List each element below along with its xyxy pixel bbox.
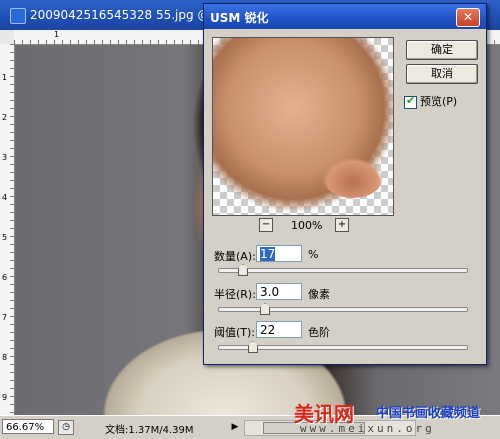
preview-checkbox-label: 预览(P)	[420, 95, 458, 108]
ruler-left-mark: 4	[2, 193, 8, 202]
amount-value: 17	[260, 247, 276, 261]
amount-slider[interactable]	[218, 264, 468, 276]
threshold-unit: 色阶	[308, 326, 330, 339]
amount-input[interactable]: 17	[256, 245, 302, 262]
radius-label: 半径(R):	[214, 288, 256, 301]
ruler-left-mark: 2	[2, 113, 8, 122]
document-size: 文档:1.37M/4.39M	[105, 425, 194, 436]
usm-sharpen-dialog: USM 锐化 ✕ 确定 取消 ✔ 预览(P) − 100% + 数量(A): 17…	[203, 3, 487, 365]
ruler-top-mark: 1	[54, 30, 60, 39]
filter-preview-pane[interactable]	[212, 37, 394, 216]
photoshop-document-icon	[10, 8, 26, 24]
radius-slider[interactable]	[218, 303, 468, 315]
threshold-label: 阈值(T):	[214, 326, 256, 339]
amount-slider-thumb[interactable]	[238, 264, 248, 276]
ruler-left-mark: 8	[2, 353, 8, 362]
dialog-title: USM 锐化	[210, 11, 269, 25]
cancel-button[interactable]: 取消	[406, 64, 478, 84]
ruler-corner[interactable]	[0, 30, 15, 45]
watermark: 美讯网 中国书画收藏频道 www.meixun.org	[290, 398, 500, 438]
status-menu-arrow-icon[interactable]: ▶	[230, 421, 240, 433]
preview-checkbox[interactable]: ✔ 预览(P)	[404, 93, 457, 109]
dialog-titlebar[interactable]: USM 锐化 ✕	[204, 4, 486, 29]
preview-zoom-level: 100%	[291, 219, 323, 232]
ruler-left-mark: 6	[2, 273, 8, 282]
checkbox-icon[interactable]: ✔	[404, 93, 417, 109]
status-info-icon[interactable]: ◷	[58, 420, 74, 435]
amount-unit: %	[308, 248, 319, 261]
ruler-left-mark: 1	[2, 73, 8, 82]
zoom-out-button[interactable]: −	[259, 218, 273, 232]
radius-slider-thumb[interactable]	[260, 303, 270, 315]
preview-nose	[323, 158, 383, 198]
ruler-left-mark: 5	[2, 233, 8, 242]
ruler-left-mark: 9	[2, 393, 8, 402]
zoom-in-button[interactable]: +	[335, 218, 349, 232]
close-button[interactable]: ✕	[456, 8, 480, 27]
ok-button[interactable]: 确定	[406, 40, 478, 60]
radius-unit: 像素	[308, 288, 330, 301]
watermark-url: www.meixun.org	[300, 422, 435, 435]
ruler-left-mark: 3	[2, 153, 8, 162]
amount-label: 数量(A):	[214, 250, 256, 263]
ruler-left[interactable]: 1 2 3 4 5 6 7 8 9	[0, 44, 15, 415]
zoom-level-field[interactable]: 66.67%	[2, 419, 54, 434]
threshold-slider-thumb[interactable]	[248, 341, 258, 353]
threshold-slider[interactable]	[218, 341, 468, 353]
check-mark-icon: ✔	[406, 93, 416, 107]
threshold-input[interactable]: 22	[256, 321, 302, 338]
document-title: 2009042516545328 55.jpg @ 66	[30, 8, 229, 22]
watermark-subtitle: 中国书画收藏频道	[376, 406, 481, 421]
radius-input[interactable]: 3.0	[256, 283, 302, 300]
ruler-left-mark: 7	[2, 313, 8, 322]
